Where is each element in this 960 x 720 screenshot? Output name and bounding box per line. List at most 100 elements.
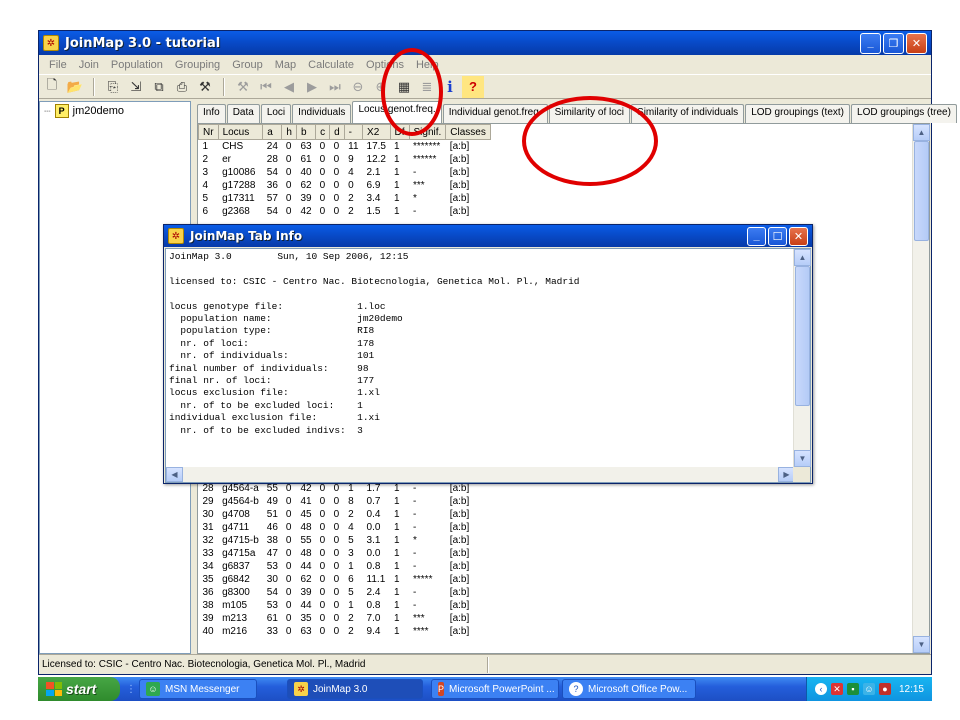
scroll-up-icon[interactable]: ▲ [913,124,930,141]
column-header[interactable]: d [329,124,345,140]
dialog-maximize-button[interactable]: ☐ [768,226,787,246]
menu-map[interactable]: Map [269,59,302,71]
info-horizontal-scrollbar[interactable]: ◀ ▶ [166,467,795,482]
menu-grouping[interactable]: Grouping [169,59,226,71]
column-header[interactable]: - [343,124,364,140]
tab-lod-groupings-text[interactable]: LOD groupings (text) [745,104,851,123]
messenger-tray-icon[interactable]: ☺ [862,683,875,695]
menu-calculate[interactable]: Calculate [302,59,360,71]
column-header[interactable]: Locus [217,124,264,140]
table-cell: 1 [394,586,400,598]
add-item-icon[interactable]: ⎘ [102,76,124,98]
tab-individuals[interactable]: Individuals [292,104,352,123]
scroll-left-icon[interactable]: ◀ [166,467,183,482]
table-row[interactable]: 40 m216 33 0 63 0 0 2 9.4 1 **** [a:b] [199,625,491,638]
table-row[interactable]: 32 g4715-b 38 0 55 0 0 5 3.1 1 * [a:b] [199,534,491,547]
resize-grip-icon[interactable] [793,467,810,482]
table-row[interactable]: 39 m213 61 0 35 0 0 2 7.0 1 *** [a:b] [199,612,491,625]
dialog-minimize-button[interactable]: _ [747,226,766,246]
dialog-close-button[interactable]: ✕ [789,226,808,246]
security-shield-icon[interactable]: ● [878,683,891,695]
network-warning-icon[interactable]: ✕ [830,683,843,695]
table-row[interactable]: 31 g4711 46 0 48 0 0 4 0.0 1- [a:b] [199,521,491,534]
menu-file[interactable]: File [43,59,73,71]
start-button[interactable]: start [38,677,120,701]
close-button[interactable]: ✕ [906,32,927,54]
table-cell: 36 [202,586,214,598]
tab-data[interactable]: Data [226,104,260,123]
restore-button[interactable]: ❐ [883,32,904,54]
scroll-down-icon[interactable]: ▼ [913,636,930,653]
grid-vertical-scrollbar[interactable]: ▲ ▼ [912,124,930,653]
tab-loci[interactable]: Loci [260,104,292,123]
table-cell: *** [413,612,425,624]
column-header[interactable]: b [295,124,317,140]
import-icon[interactable]: ⇲ [125,76,147,98]
table-cell: 1 [394,153,400,165]
first-record-icon[interactable]: ⏮ [255,76,277,98]
table-cell: - [413,547,417,559]
menu-population[interactable]: Population [105,59,169,71]
table-cell: 48 [300,521,312,533]
table-row[interactable]: 29 g4564-b 49 0 41 0 0 8 0.7 1- [a:b] [199,495,491,508]
column-header[interactable]: X2 [362,124,391,140]
new-file-icon[interactable]: 🗋 [41,76,63,98]
table-row[interactable]: 2 er 28 0 61 0 0 9 12.2 1 ****** [a:b] [199,153,491,166]
taskbar-item-office[interactable]: ? Microsoft Office Pow... [562,679,696,699]
table-cell: 0 [333,573,340,585]
table-cell: [a:b] [449,508,470,520]
table-row[interactable]: 35 g6842 30 0 62 0 0 6 11.1 1 ***** [a:b] [199,573,491,586]
copy-icon[interactable]: ⧉ [148,76,170,98]
wand-icon[interactable]: ⚒ [232,76,254,98]
info-vertical-scrollbar[interactable]: ▲ ▼ [793,249,811,467]
column-header[interactable]: Nr [198,124,219,140]
network-icon[interactable]: ▪ [846,683,859,695]
menu-group[interactable]: Group [226,59,269,71]
last-record-icon[interactable]: ⏭ [324,76,346,98]
table-cell: 32 [202,534,214,546]
previous-record-icon[interactable]: ◀ [278,76,300,98]
column-header[interactable]: Classes [445,124,491,140]
scroll-down-icon[interactable]: ▼ [794,450,811,467]
zoom-out-icon[interactable]: ⊖ [347,76,369,98]
next-record-icon[interactable]: ▶ [301,76,323,98]
table-cell: g6842 [222,573,250,585]
tools-icon[interactable]: ⚒ [194,76,216,98]
table-row[interactable]: 1 CHS 24 0 63 0 0 11 17.5 1 ******* [a:b] [199,140,491,153]
table-cell: 0 [285,521,292,533]
table-row[interactable]: 36 g8300 54 0 39 0 0 5 2.4 1- [a:b] [199,586,491,599]
menu-join[interactable]: Join [73,59,105,71]
table-row[interactable]: 5 g17311 57 0 39 0 0 2 3.4 1 * [a:b] [199,192,491,205]
dialog-titlebar[interactable]: ✲ JoinMap Tab Info _ ☐ ✕ [164,225,812,247]
minimize-button[interactable]: _ [860,32,881,54]
scroll-up-icon[interactable]: ▲ [794,249,811,266]
column-header[interactable]: c [315,124,331,140]
tree-node-jm20demo[interactable]: ┄ P jm20demo [40,102,190,120]
info-scroll-thumb[interactable] [795,266,810,406]
help-icon[interactable]: ? [462,75,484,98]
table-row[interactable]: 3 g10086 54 0 40 0 0 4 2.1 1- [a:b] [199,166,491,179]
table-row[interactable]: 30 g4708 51 0 45 0 0 2 0.4 1- [a:b] [199,508,491,521]
tab-lod-groupings-tree[interactable]: LOD groupings (tree) [851,104,957,123]
column-header[interactable]: a [262,124,283,140]
table-row[interactable]: 33 g4715a 47 0 48 0 0 3 0.0 1- [a:b] [199,547,491,560]
table-row[interactable]: 34 g6837 53 0 44 0 0 1 0.8 1- [a:b] [199,560,491,573]
table-cell: g17288 [222,179,256,191]
table-row[interactable]: 38 m105 53 0 44 0 0 1 0.8 1- [a:b] [199,599,491,612]
tab-info[interactable]: Info [197,104,226,123]
column-header[interactable]: h [281,124,297,140]
window-titlebar[interactable]: ✲ JoinMap 3.0 - tutorial _ ❐ ✕ [39,31,931,55]
open-folder-icon[interactable]: 📂 [64,76,86,98]
taskbar-item-joinmap[interactable]: ✲ JoinMap 3.0 [287,679,423,699]
tray-expand-icon[interactable]: ‹ [814,683,827,695]
toolbar: 🗋 📂 ⎘ ⇲ ⧉ ⎙ ⚒ ⚒ ⏮ ◀ ▶ ⏭ ⊖ ⊕ ▦ ≣ i ? [39,75,931,99]
info-text-area[interactable]: JoinMap 3.0 Sun, 10 Sep 2006, 12:15 licen… [165,248,811,483]
table-cell: 0 [285,179,292,191]
table-row[interactable]: 6 g2368 54 0 42 0 0 2 1.5 1- [a:b] [199,205,491,218]
grid-scroll-thumb[interactable] [914,141,929,241]
taskbar-item-powerpoint[interactable]: P Microsoft PowerPoint ... [431,679,559,699]
table-row[interactable]: 4 g17288 36 0 62 0 0 0 6.9 1 *** [a:b] [199,179,491,192]
print-icon[interactable]: ⎙ [171,76,193,98]
taskbar-item-msn[interactable]: ☺ MSN Messenger [139,679,257,699]
table-cell: 53 [266,599,278,611]
